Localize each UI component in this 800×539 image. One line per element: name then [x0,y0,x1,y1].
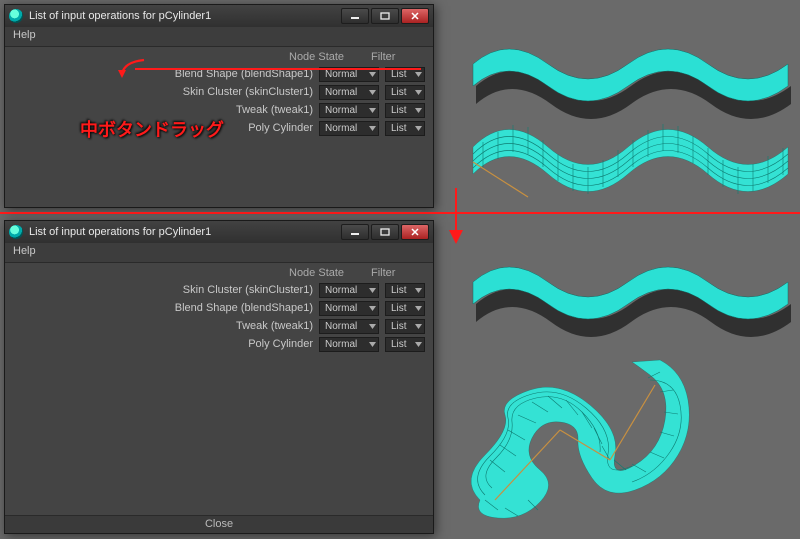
chevron-down-icon [368,106,376,114]
node-state-dropdown[interactable]: Normal [319,319,379,334]
node-state-dropdown[interactable]: Normal [319,121,379,136]
filter-dropdown[interactable]: List [385,121,425,136]
chevron-down-icon [414,304,422,312]
filter-dropdown[interactable]: List [385,319,425,334]
viewport-smooth-cylinder-top [468,34,788,94]
header-filter: Filter [371,51,425,63]
chevron-down-icon [414,340,422,348]
maximize-button[interactable] [371,8,399,24]
node-state-dropdown[interactable]: Normal [319,85,379,100]
filter-dropdown[interactable]: List [385,85,425,100]
chevron-down-icon [414,88,422,96]
filter-dropdown[interactable]: List [385,301,425,316]
viewport-smooth-cylinder-bottom [468,252,788,312]
row-label: Blend Shape (blendShape1) [13,302,319,314]
input-operations-window-after: List of input operations for pCylinder1 … [4,220,434,534]
chevron-down-icon [368,322,376,330]
annotation-highlight-row [135,68,421,70]
maya-icon [9,225,23,239]
annotation-divider-line [0,212,800,214]
close-window-button[interactable] [401,8,429,24]
menubar: Help [5,243,433,263]
filter-dropdown[interactable]: List [385,283,425,298]
window-title: List of input operations for pCylinder1 [29,10,211,22]
filter-dropdown[interactable]: List [385,337,425,352]
input-row-polycylinder[interactable]: Poly Cylinder Normal List [5,335,433,353]
window-title: List of input operations for pCylinder1 [29,226,211,238]
header-node-state: Node State [289,267,353,279]
column-headers: Node State Filter [5,47,433,65]
row-label: Poly Cylinder [13,338,319,350]
chevron-down-icon [414,322,422,330]
menu-help[interactable]: Help [13,245,36,257]
node-state-dropdown[interactable]: Normal [319,103,379,118]
annotation-transition-arrow-icon [447,188,465,248]
input-row-skincluster[interactable]: Skin Cluster (skinCluster1) Normal List [5,83,433,101]
column-headers: Node State Filter [5,263,433,281]
node-state-dropdown[interactable]: Normal [319,301,379,316]
chevron-down-icon [368,340,376,348]
node-state-dropdown[interactable]: Normal [319,337,379,352]
chevron-down-icon [414,286,422,294]
row-label: Skin Cluster (skinCluster1) [13,284,319,296]
annotation-drag-arrow-icon [118,56,148,80]
maya-icon [9,9,23,23]
input-row-tweak[interactable]: Tweak (tweak1) Normal List [5,317,433,335]
chevron-down-icon [368,70,376,78]
chevron-down-icon [368,88,376,96]
node-state-dropdown[interactable]: Normal [319,283,379,298]
menu-help[interactable]: Help [13,29,36,41]
input-row-skincluster[interactable]: Skin Cluster (skinCluster1) Normal List [5,281,433,299]
minimize-button[interactable] [341,224,369,240]
close-window-button[interactable] [401,224,429,240]
input-operations-window-before: List of input operations for pCylinder1 … [4,4,434,208]
input-row-blendshape[interactable]: Blend Shape (blendShape1) Normal List [5,299,433,317]
minimize-button[interactable] [341,8,369,24]
menubar: Help [5,27,433,47]
annotation-mmb-drag-label: 中ボタンドラッグ [80,116,224,142]
chevron-down-icon [368,124,376,132]
maximize-button[interactable] [371,224,399,240]
titlebar[interactable]: List of input operations for pCylinder1 [5,5,433,27]
row-label: Skin Cluster (skinCluster1) [13,86,319,98]
row-label: Tweak (tweak1) [13,104,319,116]
filter-dropdown[interactable]: List [385,103,425,118]
close-button[interactable]: Close [5,515,433,533]
viewport-wireframe-cylinder-top [468,112,788,192]
chevron-down-icon [414,106,422,114]
chevron-down-icon [414,70,422,78]
titlebar[interactable]: List of input operations for pCylinder1 [5,221,433,243]
chevron-down-icon [414,124,422,132]
header-node-state: Node State [289,51,353,63]
header-filter: Filter [371,267,425,279]
row-label: Tweak (tweak1) [13,320,319,332]
chevron-down-icon [368,286,376,294]
viewport-wireframe-cylinder-deformed [450,360,710,535]
chevron-down-icon [368,304,376,312]
